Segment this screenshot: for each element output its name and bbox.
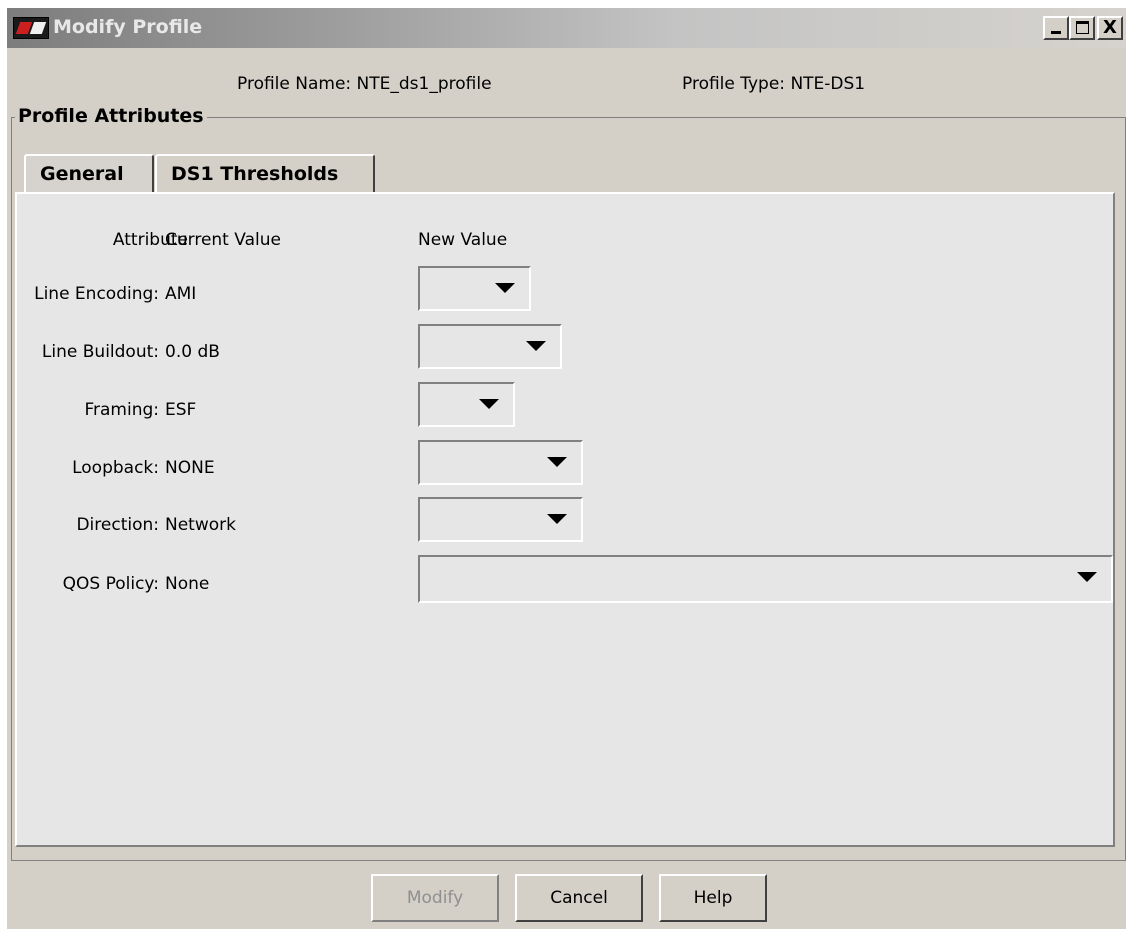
dialog-body: Profile Name: NTE_ds1_profile Profile Ty… — [7, 48, 1126, 929]
line-encoding-label: Line Encoding: — [34, 284, 159, 304]
chevron-down-icon — [547, 457, 567, 467]
title-bar[interactable]: Modify Profile X — [7, 8, 1126, 48]
maximize-button[interactable] — [1069, 16, 1095, 40]
current-value-column-header: Current Value — [165, 230, 281, 250]
loopback-select[interactable] — [418, 440, 583, 485]
chevron-down-icon — [1077, 572, 1097, 582]
close-button[interactable]: X — [1097, 16, 1123, 40]
chevron-down-icon — [495, 283, 515, 293]
maximize-icon — [1076, 21, 1089, 34]
modify-profile-window: Modify Profile X Profile Name: NTE_ds1_p… — [0, 8, 1126, 929]
help-button[interactable]: Help — [659, 874, 767, 922]
line-encoding-current-value: AMI — [165, 284, 197, 304]
qos-policy-label: QOS Policy: — [62, 574, 159, 594]
profile-attributes-legend: Profile Attributes — [15, 105, 207, 127]
line-encoding-select[interactable] — [418, 266, 531, 311]
cancel-button[interactable]: Cancel — [515, 874, 643, 922]
profile-name-label: Profile Name: NTE_ds1_profile — [237, 74, 492, 94]
qos-policy-current-value: None — [165, 574, 210, 594]
profile-type-label: Profile Type: NTE-DS1 — [682, 74, 866, 94]
window-title: Modify Profile — [53, 16, 203, 38]
direction-label: Direction: — [76, 515, 159, 535]
direction-select[interactable] — [418, 497, 583, 542]
framing-label: Framing: — [84, 400, 159, 420]
close-icon: X — [1103, 17, 1117, 38]
chevron-down-icon — [526, 341, 546, 351]
app-logo-icon[interactable] — [13, 17, 49, 39]
line-buildout-select[interactable] — [418, 324, 562, 369]
direction-current-value: Network — [165, 515, 236, 535]
tab-general[interactable]: General — [24, 154, 154, 192]
minimize-button[interactable] — [1043, 16, 1069, 40]
qos-policy-select[interactable] — [418, 555, 1113, 603]
loopback-label: Loopback: — [72, 458, 159, 478]
chevron-down-icon — [547, 514, 567, 524]
new-value-column-header: New Value — [418, 230, 508, 250]
framing-current-value: ESF — [165, 400, 197, 420]
tab-ds1-thresholds[interactable]: DS1 Thresholds — [155, 154, 375, 192]
framing-select[interactable] — [418, 382, 515, 427]
chevron-down-icon — [479, 399, 499, 409]
minimize-icon — [1051, 31, 1061, 34]
loopback-current-value: NONE — [165, 458, 215, 478]
modify-button[interactable]: Modify — [371, 874, 499, 922]
line-buildout-label: Line Buildout: — [41, 342, 159, 362]
line-buildout-current-value: 0.0 dB — [165, 342, 220, 362]
